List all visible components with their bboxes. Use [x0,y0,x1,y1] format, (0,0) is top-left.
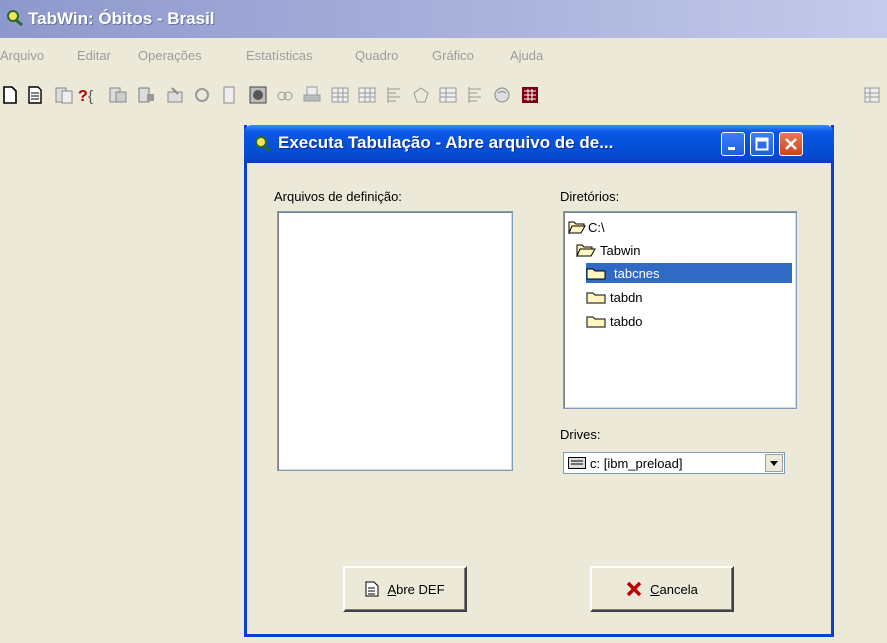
cancel-label: Cancela [650,581,698,597]
svg-text:{: { [88,88,93,104]
minimize-button[interactable] [721,132,745,156]
folder-icon [586,316,606,328]
menu-quadro[interactable]: Quadro [355,48,398,63]
menu-editar[interactable]: Editar [77,48,111,63]
directory-item[interactable]: tabdo [586,311,643,331]
directories-list[interactable]: C:\ Tabwin tabcnes tabdn tabdo [563,211,797,409]
chevron-down-icon [770,460,778,466]
tabwin-dialog-icon [254,135,272,156]
calculator-icon[interactable] [520,85,540,105]
grid-icon[interactable] [438,85,458,105]
folder-icon [586,268,606,280]
open-folder-icon [568,221,586,234]
directories-label: Diretórios: [560,189,620,204]
directory-item[interactable]: C:\ [568,217,605,237]
dropdown-button[interactable] [765,454,783,472]
drives-label: Drives: [560,427,601,442]
document-icon[interactable] [54,85,74,105]
dialog-title: Executa Tabulação - Abre arquivo de de..… [278,133,614,152]
new-icon[interactable] [0,85,20,105]
drives-select[interactable]: c: [ibm_preload] [563,452,785,474]
document-icon[interactable] [108,85,128,105]
menu-estatisticas[interactable]: Estatísticas [246,48,312,63]
menu-operacoes[interactable]: Operações [138,48,202,63]
globe-icon[interactable] [492,85,512,105]
menu-arquivo[interactable]: Arquivo [0,48,44,63]
dialog-title-bar[interactable]: Executa Tabulação - Abre arquivo de de..… [244,125,834,163]
svg-text:?: ? [78,88,88,104]
table-icon[interactable] [165,85,185,105]
open-definition-dialog: Executa Tabulação - Abre arquivo de de..… [244,125,834,637]
app-title: TabWin: Óbitos - Brasil [28,9,215,28]
directory-item[interactable]: tabdn [586,287,643,307]
directory-item-selected[interactable]: tabcnes [586,263,792,283]
document-icon [365,581,379,597]
open-folder-icon [576,244,596,257]
toolbar: ?{ [0,85,887,111]
list-icon[interactable] [465,85,485,105]
maximize-button[interactable] [750,132,774,156]
drives-value: c: [ibm_preload] [590,456,683,471]
folder-icon [586,292,606,304]
maximize-icon [755,137,769,151]
definition-files-list[interactable] [277,211,513,471]
shape-icon[interactable] [411,85,431,105]
close-icon [785,138,797,150]
menu-grafico[interactable]: Gráfico [432,48,474,63]
drive-icon [568,457,586,472]
main-title-bar[interactable]: TabWin: Óbitos - Brasil [0,0,887,38]
grid-icon[interactable] [357,85,377,105]
menu-ajuda[interactable]: Ajuda [510,48,543,63]
help-icon[interactable]: ?{ [78,85,98,105]
open-def-button[interactable]: Abre DEF [343,566,467,612]
cancel-button[interactable]: Cancela [590,566,734,612]
refresh-icon[interactable] [192,85,212,105]
files-label: Arquivos de definição: [274,189,402,204]
minimize-icon [728,147,735,150]
view-icon[interactable] [275,85,295,105]
menu-bar: Arquivo Editar Operações Estatísticas Qu… [0,48,887,70]
open-icon[interactable] [25,85,45,105]
list-icon[interactable] [384,85,404,105]
page-icon[interactable] [219,85,239,105]
table-icon[interactable] [862,85,882,105]
close-button[interactable] [779,132,803,156]
open-def-label: Abre DEF [387,581,445,597]
directory-item[interactable]: Tabwin [576,240,640,260]
grid-icon[interactable] [330,85,350,105]
cancel-x-icon [626,581,642,597]
print-icon[interactable] [302,85,322,105]
image-icon[interactable] [248,85,268,105]
tabwin-app-icon [6,9,24,30]
document-icon[interactable] [136,85,156,105]
